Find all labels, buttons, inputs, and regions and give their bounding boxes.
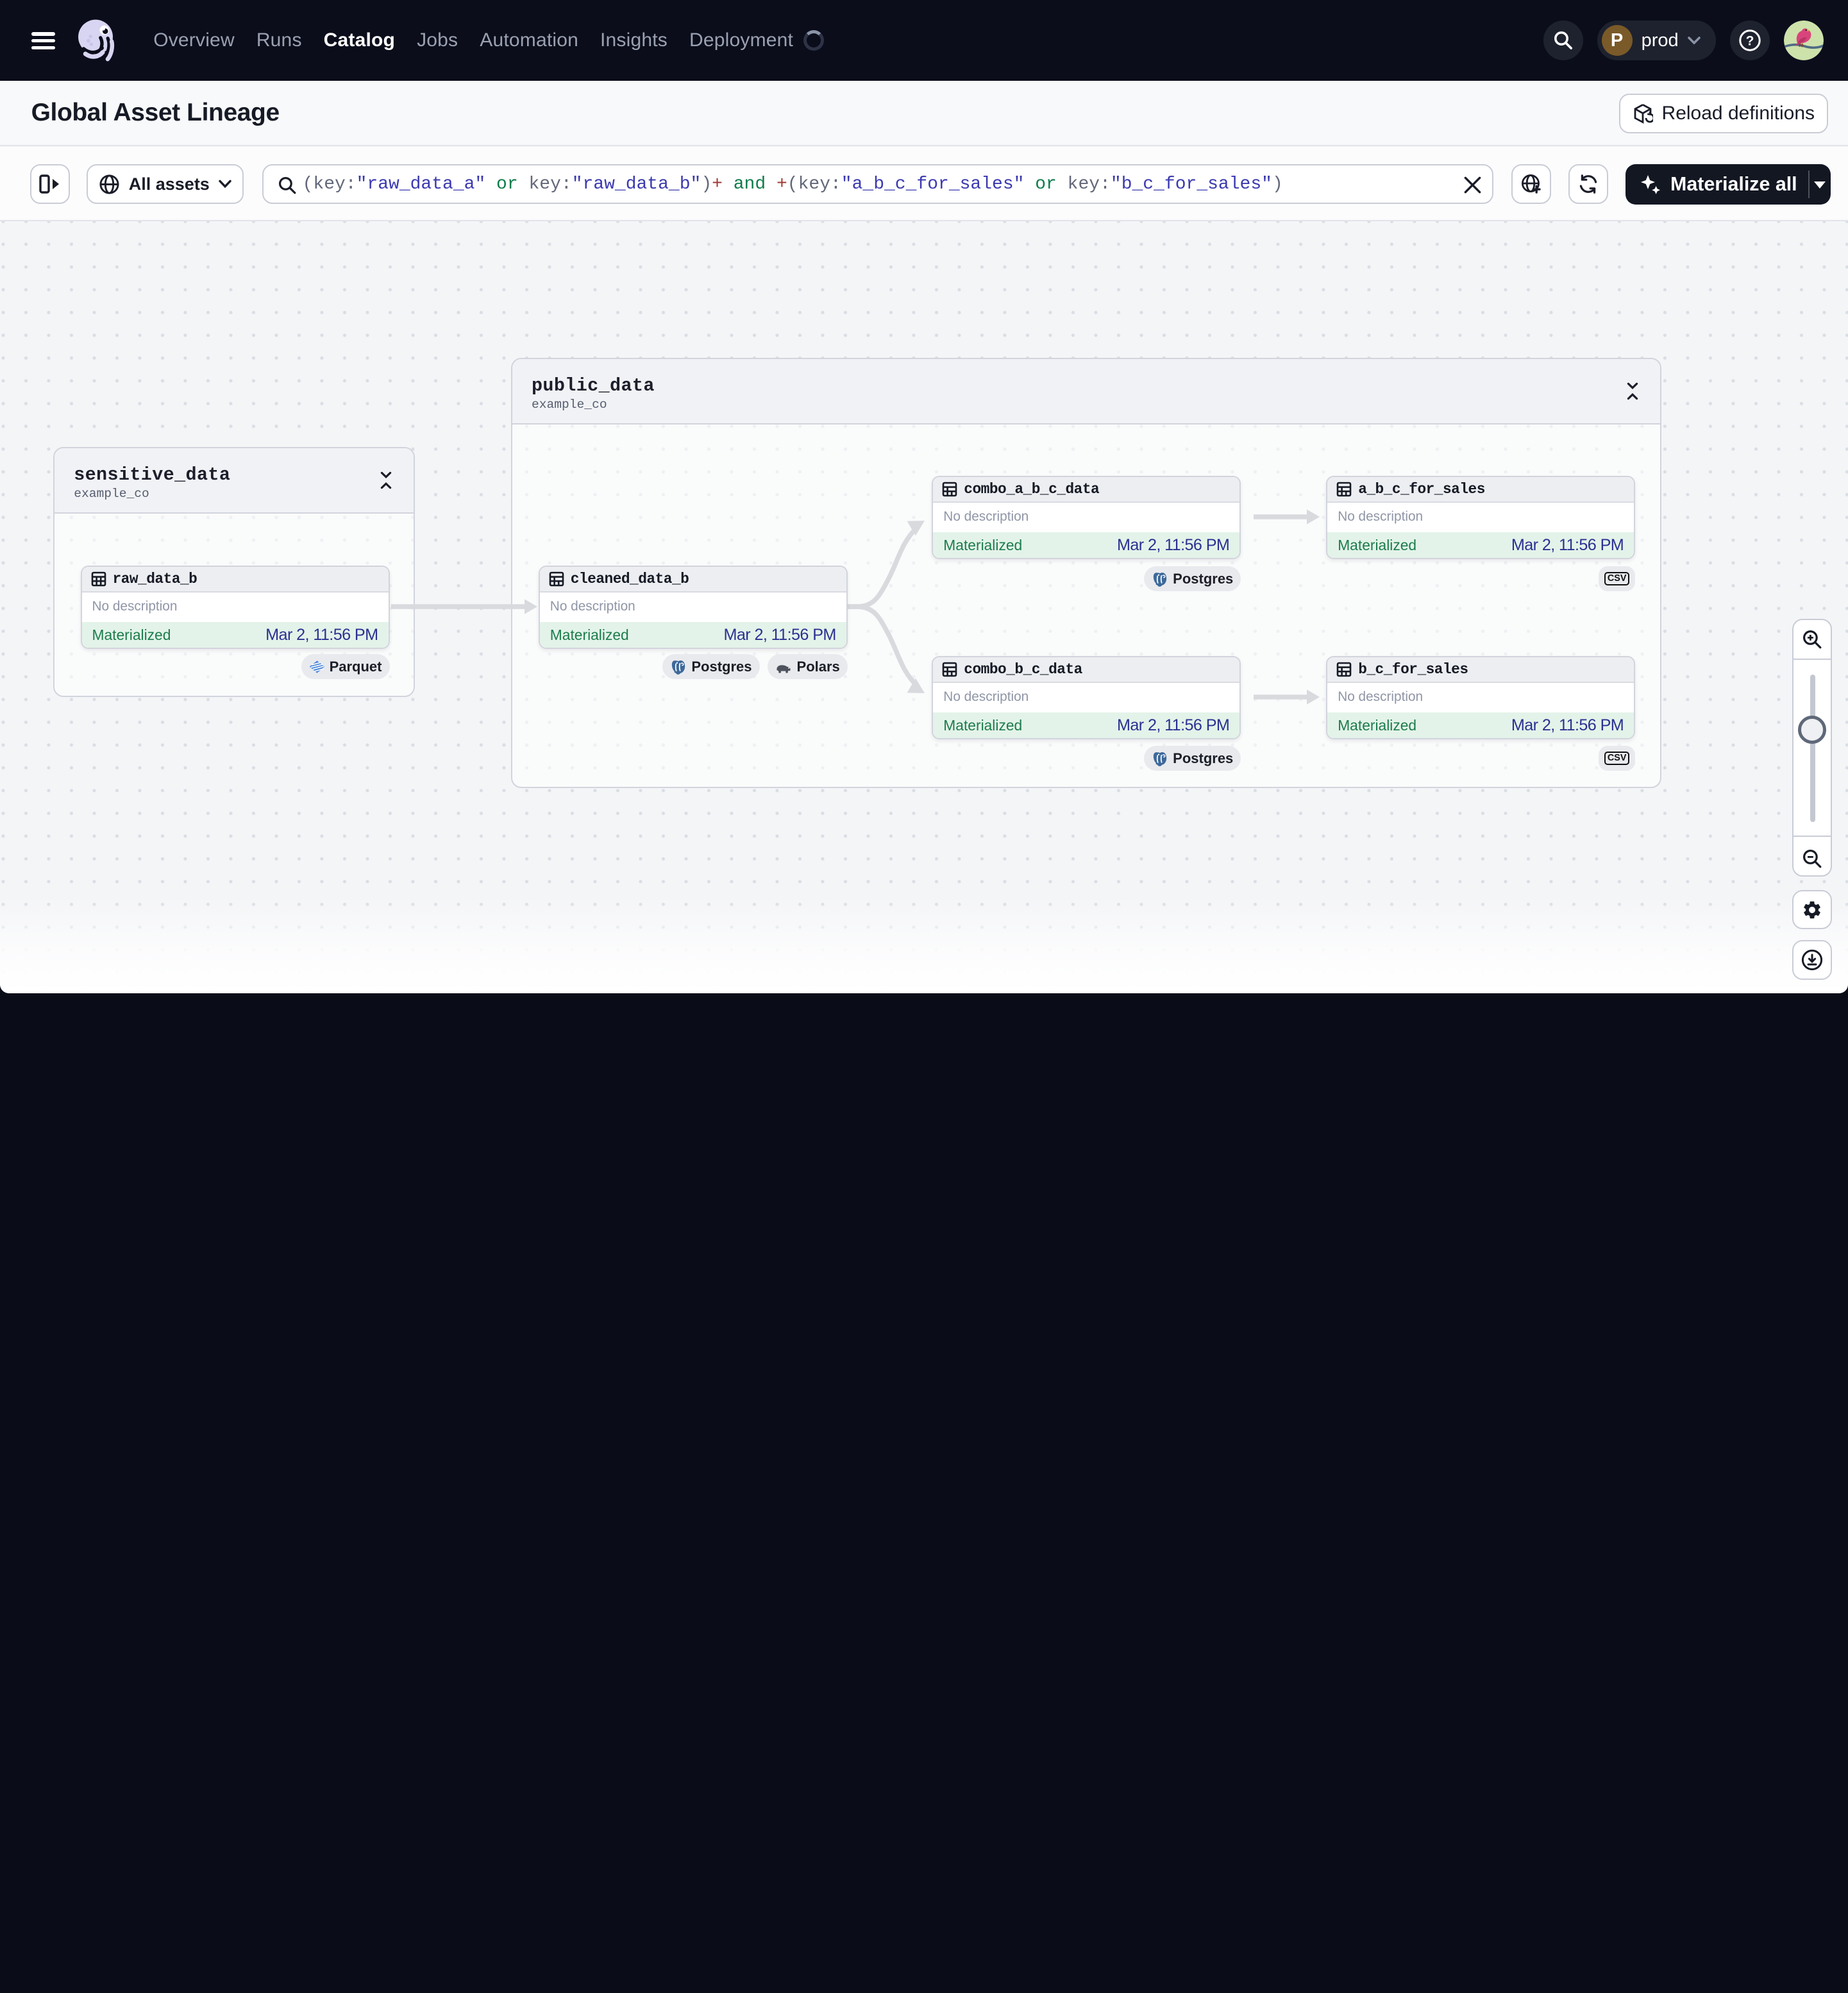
svg-text:?: ? xyxy=(1745,33,1754,48)
